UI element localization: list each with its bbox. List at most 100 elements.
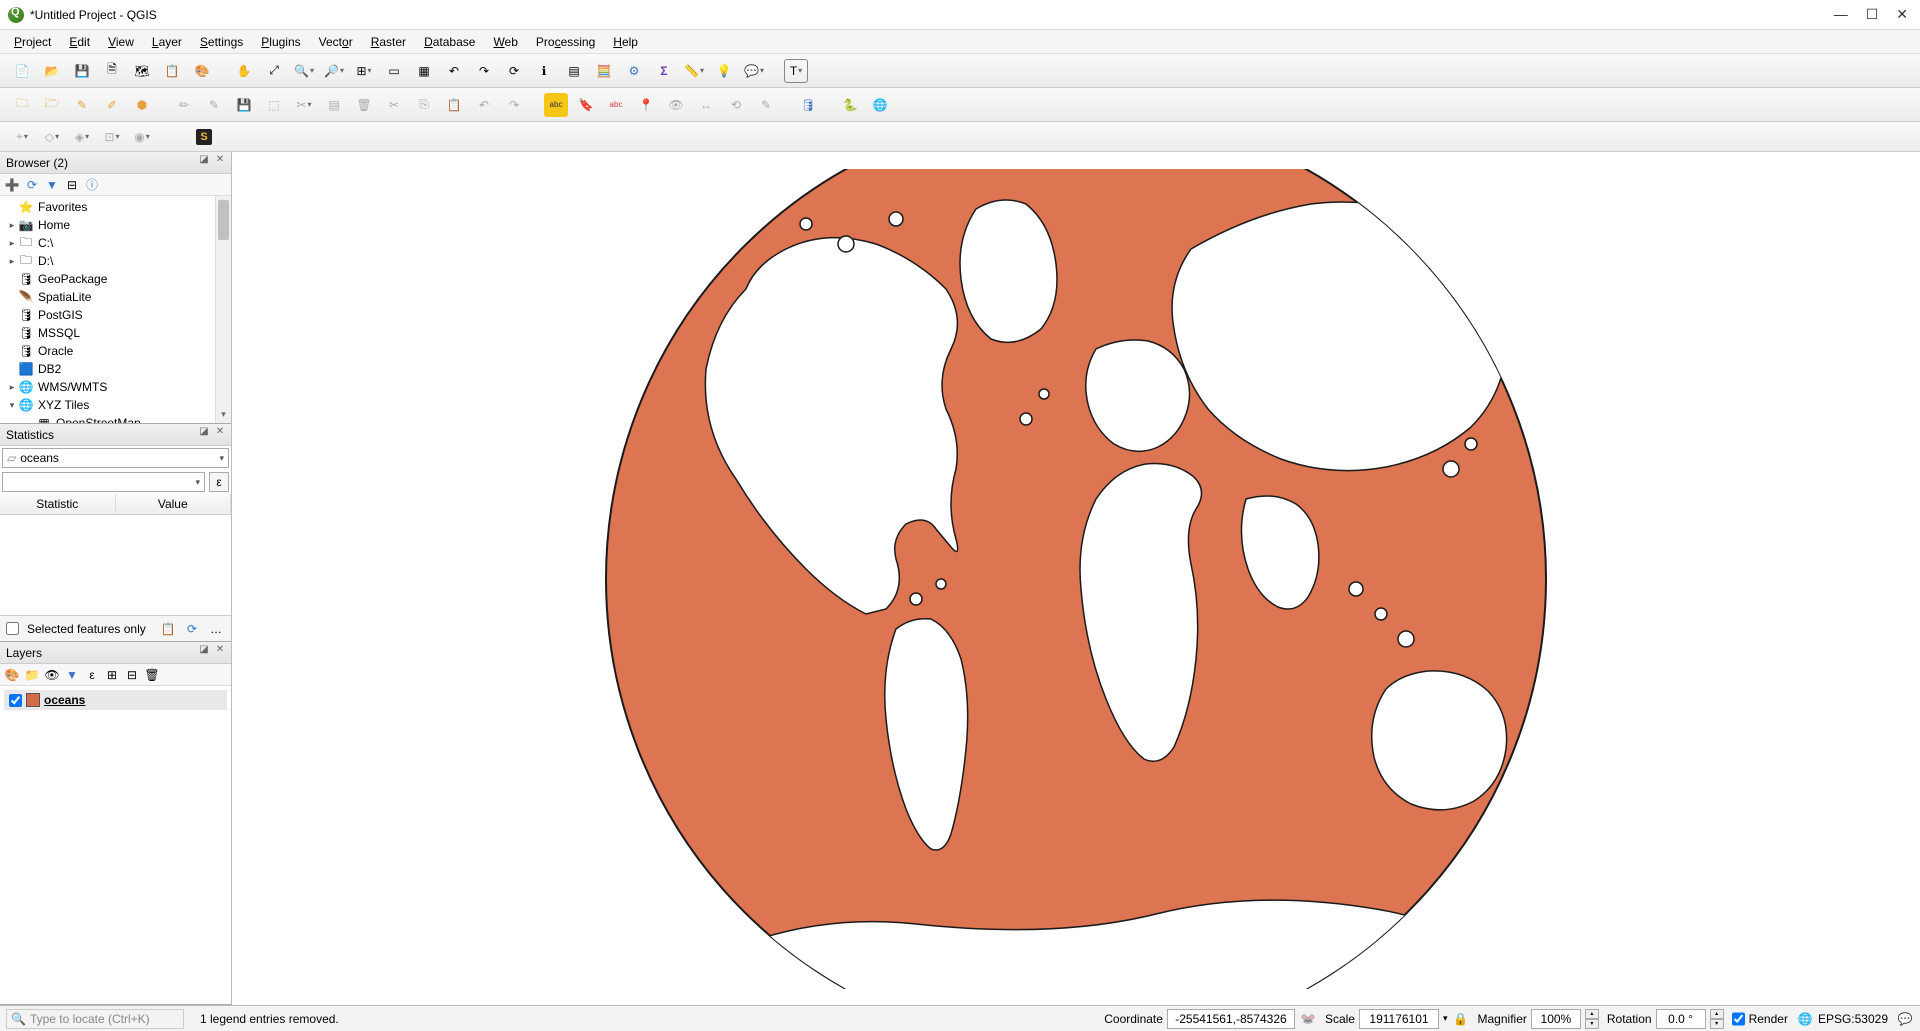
stats-sigma-button[interactable]: Σ <box>652 59 676 83</box>
menu-settings[interactable]: Settings <box>192 33 251 51</box>
add-feature-button[interactable]: 💾 <box>232 93 256 117</box>
expression-button[interactable]: ε <box>209 472 229 492</box>
scale-dropdown-icon[interactable]: ▾ <box>1443 1013 1448 1024</box>
stats-col-value[interactable]: Value <box>116 494 232 514</box>
identify-button[interactable]: ℹ <box>532 59 556 83</box>
snap-topo-button[interactable]: ◉ <box>130 125 154 149</box>
zoom-selection-button[interactable]: ▭ <box>382 59 406 83</box>
browser-filter-icon[interactable]: ▼ <box>44 177 60 193</box>
minimize-button[interactable]: — <box>1834 6 1848 23</box>
stats-copy-icon[interactable]: 📋 <box>159 620 177 638</box>
move-label-button[interactable]: ↔ <box>694 93 718 117</box>
menu-help[interactable]: Help <box>605 33 646 51</box>
zoom-out-button[interactable]: 🔎 <box>322 59 346 83</box>
new-spatialite-button[interactable]: ⬢ <box>130 93 154 117</box>
cut-button[interactable]: ✂ <box>382 93 406 117</box>
browser-item-openstreetmap[interactable]: ▦OpenStreetMap <box>0 414 231 423</box>
delete-selected-button[interactable]: ▤ <box>322 93 346 117</box>
open-attr-table-button[interactable]: ▤ <box>562 59 586 83</box>
browser-tree[interactable]: ⭐Favorites▸📷Home▸🗀C:\▸🗀D:\🛢GeoPackage🪶Sp… <box>0 196 231 423</box>
browser-item-geopackage[interactable]: 🛢GeoPackage <box>0 270 231 288</box>
db-manager-button[interactable]: 🛢 <box>796 93 820 117</box>
browser-item-db2[interactable]: 🟦DB2 <box>0 360 231 378</box>
magnifier-up[interactable]: ▴ <box>1585 1009 1599 1019</box>
browser-item-spatialite[interactable]: 🪶SpatiaLite <box>0 288 231 306</box>
browser-item-postgis[interactable]: 🛢PostGIS <box>0 306 231 324</box>
menu-plugins[interactable]: Plugins <box>253 33 308 51</box>
stats-options-icon[interactable]: … <box>207 620 225 638</box>
browser-add-icon[interactable]: ➕ <box>4 177 20 193</box>
layer-add-group-icon[interactable]: 📁 <box>24 667 40 683</box>
browser-item-home[interactable]: ▸📷Home <box>0 216 231 234</box>
measure-button[interactable]: 📏 <box>682 59 706 83</box>
menu-project[interactable]: Project <box>6 33 59 51</box>
menu-edit[interactable]: Edit <box>61 33 98 51</box>
browser-undock-icon[interactable]: ◪ <box>197 154 211 165</box>
snap-layer-button[interactable]: ◇ <box>40 125 64 149</box>
save-edits-button[interactable]: ✎ <box>202 93 226 117</box>
browser-item-xyz tiles[interactable]: ▾🌐XYZ Tiles <box>0 396 231 414</box>
layer-remove-icon[interactable]: 🗑 <box>144 667 160 683</box>
text-annotation-button[interactable]: T <box>784 59 808 83</box>
new-geopackage-button[interactable]: ✐ <box>100 93 124 117</box>
pan-button[interactable]: ✋ <box>232 59 256 83</box>
undo-button[interactable]: ↶ <box>472 93 496 117</box>
style-manager-button[interactable]: 🎨 <box>190 59 214 83</box>
browser-scrollbar[interactable]: ▴ ▾ <box>215 196 231 423</box>
browser-item-wmswmts[interactable]: ▸🌐WMS/WMTS <box>0 378 231 396</box>
magnifier-down[interactable]: ▾ <box>1585 1019 1599 1029</box>
paste-button[interactable]: 📋 <box>442 93 466 117</box>
script-s-icon[interactable]: S <box>196 129 212 145</box>
browser-item-favorites[interactable]: ⭐Favorites <box>0 198 231 216</box>
statistics-panel-header[interactable]: Statistics ◪✕ <box>0 424 231 446</box>
open-project-button[interactable]: 📂 <box>40 59 64 83</box>
layer-style-icon[interactable]: 🎨 <box>4 667 20 683</box>
snap-settings-button[interactable]: ⌖ <box>10 125 34 149</box>
zoom-last-button[interactable]: ↶ <box>442 59 466 83</box>
pan-to-selection-button[interactable]: ⤢ <box>262 59 286 83</box>
field-calc-button[interactable]: 🧮 <box>592 59 616 83</box>
layers-tree[interactable]: oceans <box>0 686 231 1004</box>
map-tips-button[interactable]: 💡 <box>712 59 736 83</box>
toolbox-button[interactable]: ⚙ <box>622 59 646 83</box>
menu-vector[interactable]: Vector <box>311 33 361 51</box>
selected-only-checkbox[interactable] <box>6 622 19 635</box>
extents-toggle-icon[interactable]: 🐭 <box>1299 1010 1317 1028</box>
annotation-button[interactable]: 💬 <box>742 59 766 83</box>
layer-collapse-icon[interactable]: ⊟ <box>124 667 140 683</box>
snap-type-button[interactable]: ◈ <box>70 125 94 149</box>
layer-expr-icon[interactable]: ε <box>84 667 100 683</box>
layers-undock-icon[interactable]: ◪ <box>197 644 211 655</box>
browser-item-d[interactable]: ▸🗀D:\ <box>0 252 231 270</box>
show-label-button[interactable]: 👁 <box>664 93 688 117</box>
layer-oceans[interactable]: oceans <box>4 690 227 710</box>
render-checkbox[interactable] <box>1732 1009 1745 1029</box>
stats-undock-icon[interactable]: ◪ <box>197 426 211 437</box>
save-project-button[interactable]: 💾 <box>70 59 94 83</box>
label-tool-button[interactable]: abc <box>604 93 628 117</box>
scale-input[interactable] <box>1359 1009 1439 1029</box>
python-console-button[interactable]: 🐍 <box>838 93 862 117</box>
browser-panel-header[interactable]: Browser (2) ◪✕ <box>0 152 231 174</box>
browser-properties-icon[interactable]: ⓘ <box>84 177 100 193</box>
rotation-up[interactable]: ▴ <box>1710 1009 1724 1019</box>
menu-raster[interactable]: Raster <box>363 33 414 51</box>
diagram-button[interactable]: 🔖 <box>574 93 598 117</box>
new-project-button[interactable]: 📄 <box>10 59 34 83</box>
layout-manager-button[interactable]: 📋 <box>160 59 184 83</box>
label-button[interactable]: abc <box>544 93 568 117</box>
redo-button[interactable]: ↷ <box>502 93 526 117</box>
save-as-button[interactable]: 🗎 <box>100 59 124 83</box>
maximize-button[interactable]: ☐ <box>1866 6 1879 23</box>
layer-oceans-checkbox[interactable] <box>9 694 22 707</box>
edit-toggle-button[interactable]: ✏ <box>172 93 196 117</box>
stats-field-select[interactable]: ▾ <box>2 472 205 492</box>
snap-tolerance-button[interactable]: ⊡ <box>100 125 124 149</box>
stats-refresh-icon[interactable]: ⟳ <box>183 620 201 638</box>
coordinate-input[interactable] <box>1167 1009 1295 1029</box>
layer-filter-icon[interactable]: ▼ <box>64 667 80 683</box>
rotation-input[interactable] <box>1656 1009 1706 1029</box>
add-vector-button[interactable]: 🗀 <box>10 93 34 117</box>
stats-col-statistic[interactable]: Statistic <box>0 494 116 514</box>
locator-input[interactable]: 🔍 Type to locate (Ctrl+K) <box>6 1009 184 1029</box>
